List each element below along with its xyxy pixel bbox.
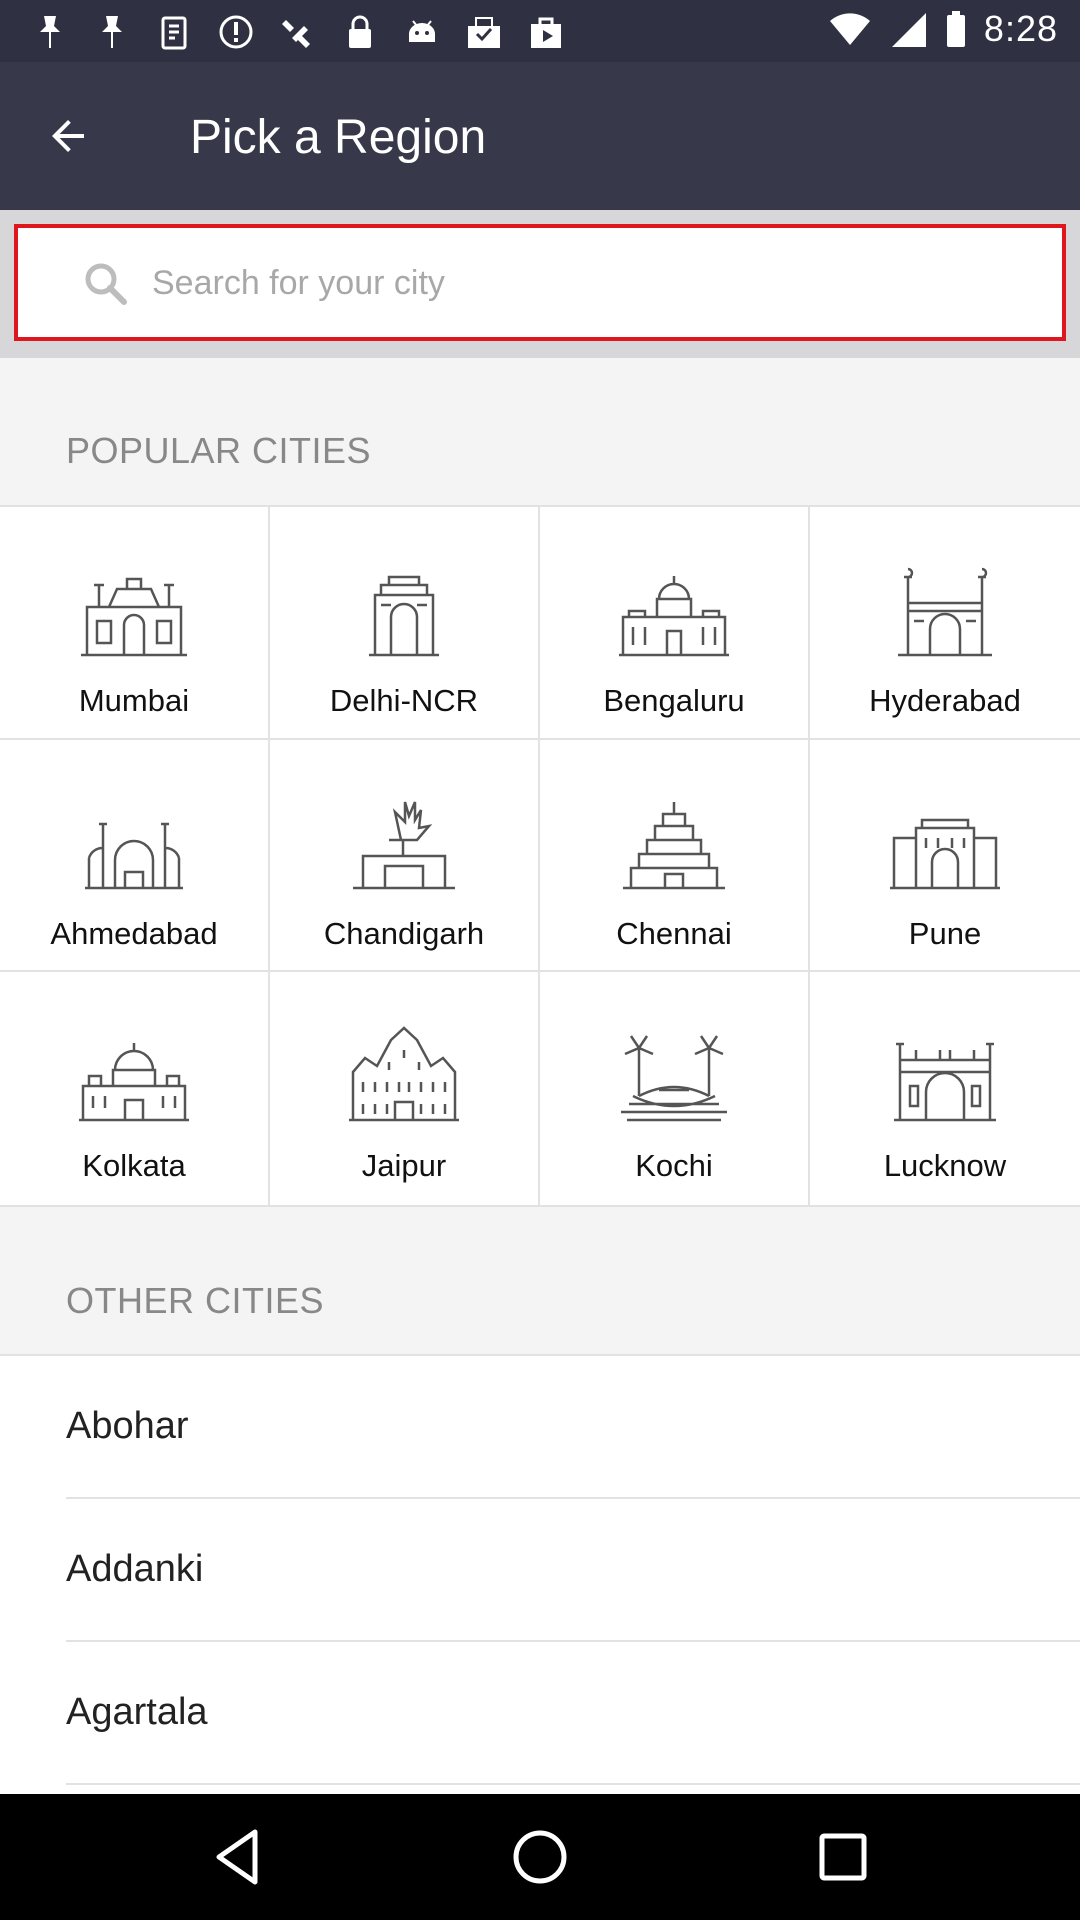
victoria-memorial-icon [69, 1020, 199, 1132]
city-name: Chennai [616, 915, 732, 951]
android-icon [409, 20, 435, 42]
city-name: Chandigarh [323, 915, 485, 951]
battery-icon [946, 11, 965, 47]
list-item[interactable]: Agartala [66, 1642, 1080, 1785]
satellite-icon [282, 20, 310, 48]
search-section [0, 210, 1080, 358]
city-name: Ahmedabad [50, 915, 218, 951]
city-name: Delhi-NCR [329, 683, 479, 718]
city-tile-chandigarh[interactable]: Chandigarh [270, 739, 540, 973]
pin-icon [102, 16, 122, 48]
open-hand-monument-icon [339, 788, 469, 900]
city-tile-kolkata[interactable]: Kolkata [0, 972, 270, 1205]
alert-icon [219, 15, 253, 49]
city-name: Kochi [635, 1148, 713, 1184]
popular-cities-grid: Mumbai Delhi-NCR Bengaluru Hyderabad Ahm… [0, 505, 1080, 1207]
play-bag-icon [531, 17, 561, 48]
gateway-monument-icon [69, 555, 199, 667]
city-name: Addanki [66, 1548, 204, 1590]
city-name: Lucknow [883, 1148, 1007, 1184]
rumi-darwaza-icon [880, 1020, 1010, 1132]
city-tile-bengaluru[interactable]: Bengaluru [540, 507, 810, 740]
home-circle-icon [513, 1830, 567, 1884]
city-tile-pune[interactable]: Pune [810, 740, 1080, 973]
hawa-mahal-icon [339, 1020, 469, 1132]
back-triangle-icon [216, 1829, 258, 1885]
city-name: Hyderabad [869, 683, 1021, 718]
search-input[interactable] [152, 250, 1032, 316]
status-bar: 8:28 [0, 0, 1080, 62]
city-tile-mumbai[interactable]: Mumbai [0, 507, 270, 740]
city-name: Pune [908, 915, 982, 951]
temple-icon [609, 788, 739, 900]
clipboard-icon [161, 16, 187, 50]
system-status: 8:28 [828, 8, 1058, 50]
clock: 8:28 [983, 8, 1058, 49]
app-bar: Pick a Region [0, 62, 1080, 210]
wifi-icon [829, 13, 870, 45]
list-item[interactable]: Addanki [66, 1499, 1080, 1642]
search-icon [85, 263, 127, 305]
other-cities-list: Abohar Addanki Agartala [0, 1354, 1080, 1794]
check-mail-icon [468, 17, 500, 48]
city-tile-lucknow[interactable]: Lucknow [810, 972, 1080, 1205]
vidhana-soudha-icon [609, 555, 739, 667]
nav-recents-button[interactable] [810, 1824, 876, 1890]
city-name: Agartala [66, 1691, 208, 1733]
city-tile-kochi[interactable]: Kochi [540, 972, 810, 1205]
notification-icons [30, 12, 566, 52]
back-button[interactable] [36, 104, 100, 168]
nav-back-button[interactable] [205, 1824, 271, 1890]
city-tile-chennai[interactable]: Chennai [540, 739, 810, 973]
city-name: Mumbai [78, 683, 190, 718]
recents-square-icon [819, 1833, 867, 1881]
city-tile-delhi-ncr[interactable]: Delhi-NCR [270, 507, 540, 740]
city-name: Abohar [66, 1405, 189, 1447]
popular-cities-heading: POPULAR CITIES [66, 430, 372, 471]
signal-icon [891, 13, 926, 47]
shaniwar-wada-icon [880, 788, 1010, 900]
page-title: Pick a Region [190, 111, 487, 164]
arrow-left-icon [52, 120, 84, 152]
other-cities-heading: OTHER CITIES [66, 1280, 325, 1321]
pin-icon [40, 16, 60, 48]
nav-home-button[interactable] [507, 1824, 573, 1890]
list-item[interactable]: Abohar [66, 1356, 1080, 1499]
city-tile-hyderabad[interactable]: Hyderabad [810, 507, 1080, 740]
india-gate-icon [339, 555, 469, 667]
city-tile-jaipur[interactable]: Jaipur [270, 972, 540, 1205]
lock-icon [349, 15, 371, 48]
city-name: Kolkata [82, 1148, 186, 1184]
system-nav-bar [0, 1794, 1080, 1920]
city-name: Bengaluru [603, 683, 745, 718]
mosque-icon [69, 788, 199, 900]
palm-boat-icon [609, 1020, 739, 1132]
city-name: Jaipur [361, 1148, 447, 1184]
search-box[interactable] [14, 224, 1066, 341]
charminar-icon [880, 555, 1010, 667]
city-tile-ahmedabad[interactable]: Ahmedabad [0, 739, 270, 973]
